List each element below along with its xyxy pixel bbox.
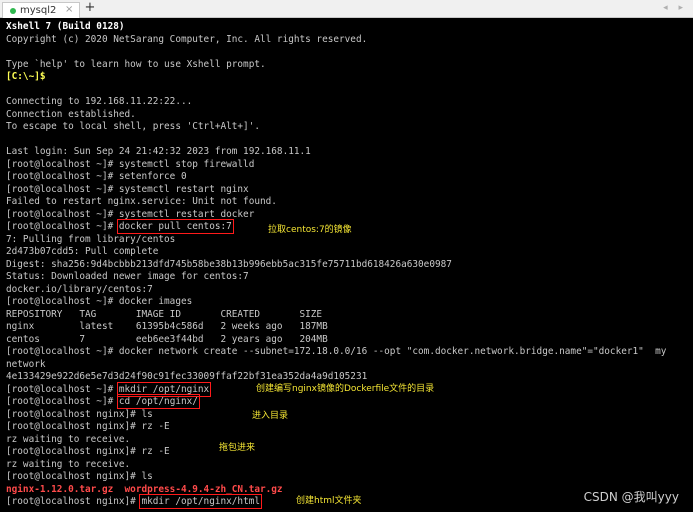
terminal-line: Copyright (c) 2020 NetSarang Computer, I…: [6, 33, 368, 45]
terminal-line: [root@localhost nginx]# rz -E: [6, 446, 170, 457]
terminal-line: To escape to local shell, press 'Ctrl+Al…: [6, 121, 260, 132]
terminal-line: [root@localhost ~]# docker network creat…: [6, 346, 667, 357]
close-icon[interactable]: ×: [65, 3, 73, 17]
annotation-rz: 拖包进来: [219, 443, 256, 453]
terminal-line: Type `help' to learn how to use Xshell p…: [6, 58, 266, 70]
terminal-line: [root@localhost ~]# cd /opt/nginx/: [6, 394, 691, 409]
terminal-line: [root@localhost ~]# systemctl restart ng…: [6, 183, 249, 195]
highlighted-command: docker pull centos:7: [116, 219, 234, 234]
local-shell-prompt: [C:\~]$: [6, 71, 46, 82]
terminal-line: [root@localhost ~]# systemctl restart do…: [6, 208, 255, 220]
shell-prompt: [root@localhost nginx]#: [6, 496, 142, 507]
terminal-line: [root@localhost ~]# docker images: [6, 296, 193, 307]
terminal-line: Xshell 7 (Build 0128): [6, 21, 125, 32]
tab-bar: mysql2 × + ◂ ▸: [0, 0, 693, 18]
watermark: CSDN @我叫yyy: [583, 490, 679, 504]
terminal-line: REPOSITORY TAG IMAGE ID CREATED SIZE: [6, 308, 323, 320]
highlighted-command: cd /opt/nginx/: [116, 394, 200, 409]
terminal-line: nginx latest 61395b4c586d 2 weeks ago 18…: [6, 321, 328, 332]
annotation-html: 创建html文件夹: [296, 496, 362, 506]
terminal-line: 2d473b07cdd5: Pull complete: [6, 246, 159, 257]
shell-prompt: [root@localhost ~]#: [6, 221, 119, 232]
terminal-line: rz waiting to receive.: [6, 458, 131, 470]
green-dot-icon: [10, 8, 16, 14]
terminal-line: [root@localhost nginx]# rz -E: [6, 421, 170, 432]
shell-prompt: [root@localhost ~]#: [6, 396, 119, 407]
terminal-line: [root@localhost nginx]# ls: [6, 408, 153, 420]
highlighted-command: mkdir /opt/nginx/html: [139, 494, 262, 509]
terminal-line: Failed to restart nginx.service: Unit no…: [6, 196, 277, 207]
terminal-line: [root@localhost ~]# systemctl stop firew…: [6, 158, 255, 170]
terminal-line: Status: Downloaded newer image for cento…: [6, 271, 249, 282]
terminal-line: Connection established.: [6, 108, 136, 120]
terminal-line: [root@localhost nginx]# ls: [6, 471, 153, 482]
annotation-pull: 拉取centos:7的镜像: [268, 225, 352, 235]
terminal-line: centos 7 eeb6ee3f44bd 2 years ago 204MB: [6, 333, 328, 345]
terminal-line: network: [6, 358, 46, 370]
tab-label: mysql2: [20, 5, 57, 16]
annotation-cd: 进入目录: [252, 411, 289, 421]
plus-icon[interactable]: +: [84, 1, 96, 15]
shell-prompt: [root@localhost ~]#: [6, 383, 119, 395]
terminal-line: rz waiting to receive.: [6, 433, 131, 445]
terminal-line: docker.io/library/centos:7: [6, 283, 153, 295]
annotation-mkdir: 创建编写nginx镜像的Dockerfile文件的目录: [256, 384, 435, 394]
terminal-line: Digest: sha256:9d4bcbbb213dfd745b58be38b…: [6, 258, 452, 270]
highlighted-command: mkdir /opt/nginx: [116, 381, 212, 397]
chevron-left-right-icon[interactable]: ◂ ▸: [663, 1, 687, 15]
terminal-line: Connecting to 192.168.11.22:22...: [6, 96, 193, 107]
terminal-output[interactable]: Xshell 7 (Build 0128) Copyright (c) 2020…: [6, 21, 691, 511]
terminal-line: Last login: Sun Sep 24 21:42:32 2023 fro…: [6, 146, 311, 157]
terminal-line: 7: Pulling from library/centos: [6, 233, 176, 245]
terminal-line: [root@localhost ~]# setenforce 0: [6, 171, 187, 182]
session-tab-mysql2[interactable]: mysql2 ×: [2, 2, 80, 18]
